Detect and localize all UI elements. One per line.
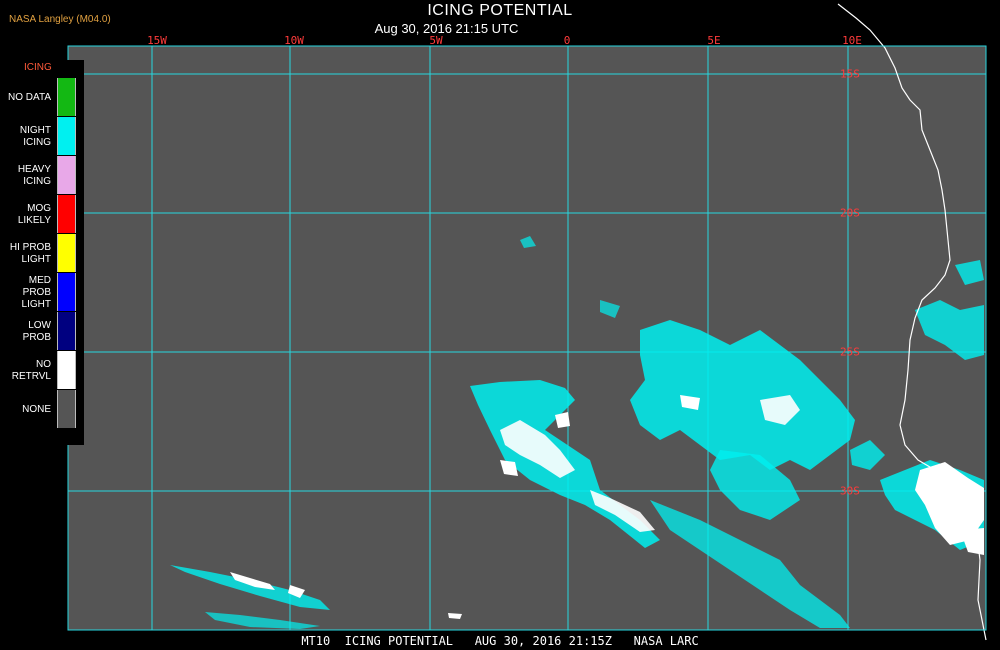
icing-map (67, 3, 987, 641)
lat-label-30s: 30S (840, 484, 860, 498)
legend-swatch (57, 312, 76, 350)
lon-label-15w: 15W (147, 34, 167, 47)
lat-label-15s: 15S (840, 67, 860, 81)
legend-swatch (57, 234, 76, 272)
legend-item-med-prob-light: MED PROB LIGHT (0, 273, 84, 312)
legend-label: LOW PROB (22, 319, 51, 343)
legend-item-mog-likely: MOG LIKELY (0, 195, 84, 234)
legend-swatch (57, 273, 76, 311)
legend-label: HEAVY ICING (17, 163, 51, 187)
map-datetime: Aug 30, 2016 21:15 UTC (374, 21, 519, 36)
legend-swatch (57, 195, 76, 233)
legend-item-none: NONE (0, 390, 84, 429)
legend-label: NIGHT ICING (19, 124, 51, 148)
legend-swatch (57, 117, 76, 155)
legend-label: MOG LIKELY (17, 202, 51, 226)
legend-swatch (57, 390, 76, 428)
lon-label-10e: 10E (842, 34, 862, 47)
map-title: ICING POTENTIAL (427, 2, 573, 19)
legend-item-no-data: NO DATA (0, 78, 84, 117)
legend-label: HI PROB LIGHT (9, 241, 51, 265)
lat-label-20s: 20S (840, 206, 860, 220)
legend: ICING NO DATA NIGHT ICING HEAVY ICING MO… (0, 60, 84, 445)
legend-label: NO DATA (8, 91, 51, 103)
legend-label: NO RETRVL (11, 358, 51, 382)
lat-label-25s: 25S (840, 345, 860, 359)
legend-item-night-icing: NIGHT ICING (0, 117, 84, 156)
legend-label: MED PROB LIGHT (21, 274, 51, 310)
legend-label: NONE (22, 403, 51, 415)
legend-swatch (57, 351, 76, 389)
footer-caption: MT10 ICING POTENTIAL AUG 30, 2016 21:15Z… (301, 634, 699, 648)
legend-swatch (57, 78, 76, 116)
lon-label-10w: 10W (284, 34, 304, 47)
legend-item-low-prob: LOW PROB (0, 312, 84, 351)
legend-item-hi-prob-light: HI PROB LIGHT (0, 234, 84, 273)
legend-swatch (57, 156, 76, 194)
lon-label-5w: 5W (429, 34, 443, 47)
legend-heading: ICING (24, 62, 52, 73)
lon-label-5e: 5E (707, 34, 721, 47)
legend-item-heavy-icing: HEAVY ICING (0, 156, 84, 195)
lon-label-0: 0 (563, 34, 571, 47)
legend-item-no-retrieval: NO RETRVL (0, 351, 84, 390)
